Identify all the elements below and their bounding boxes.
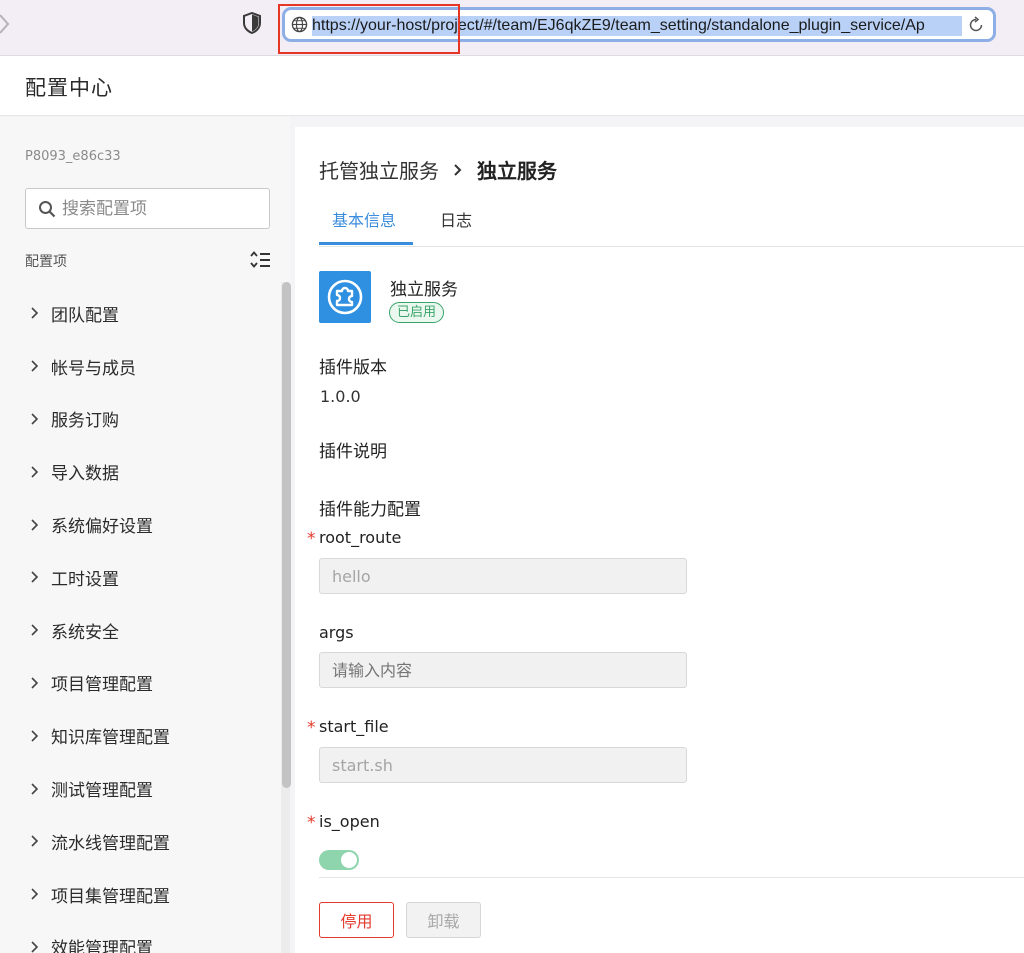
menu-item-label: 系统偏好设置 xyxy=(51,517,153,538)
disable-button[interactable]: 停用 xyxy=(319,902,394,938)
start-file-input[interactable] xyxy=(319,747,687,783)
browser-toolbar: https://your-host/project/#/team/EJ6qkZE… xyxy=(0,0,1024,56)
menu-item-label: 流水线管理配置 xyxy=(51,833,170,854)
chevron-right-icon xyxy=(31,571,39,583)
capability-label: 插件能力配置 xyxy=(319,500,421,520)
menu-item-wiki-config[interactable]: 知识库管理配置 xyxy=(0,709,278,762)
section-label: 配置项 xyxy=(25,254,67,270)
divider xyxy=(319,877,1024,878)
search-input[interactable] xyxy=(62,197,262,221)
chevron-right-icon xyxy=(454,163,462,176)
version-label: 插件版本 xyxy=(319,358,387,378)
puzzle-icon xyxy=(319,271,371,323)
args-label: args xyxy=(319,623,354,642)
tab-bar: 基本信息 日志 xyxy=(319,197,1024,247)
menu-item-label: 导入数据 xyxy=(51,464,119,485)
status-badge: 已启用 xyxy=(389,302,445,323)
config-menu: 团队配置 帐号与成员 服务订购 导入数据 系统偏好设置 工时设置 系统安全 项目… xyxy=(0,287,278,953)
breadcrumb-parent[interactable]: 托管独立服务 xyxy=(319,155,439,184)
menu-item-label: 工时设置 xyxy=(51,569,119,590)
chevron-right-icon xyxy=(31,413,39,425)
menu-item-import-data[interactable]: 导入数据 xyxy=(0,445,278,498)
active-tab-indicator xyxy=(319,242,413,245)
reload-icon[interactable] xyxy=(967,16,985,34)
menu-item-label: 团队配置 xyxy=(51,305,119,326)
menu-item-testcase-config[interactable]: 测试管理配置 xyxy=(0,762,278,815)
annotation-highlight-box xyxy=(278,4,460,54)
forward-icon[interactable] xyxy=(0,13,10,35)
menu-item-work-hours[interactable]: 工时设置 xyxy=(0,551,278,604)
chevron-right-icon xyxy=(31,624,39,636)
chevron-right-icon xyxy=(31,466,39,478)
required-mark: * xyxy=(307,813,316,833)
menu-item-system-security[interactable]: 系统安全 xyxy=(0,604,278,657)
app-header: 配置中心 xyxy=(0,56,1024,116)
menu-item-label: 帐号与成员 xyxy=(51,358,136,379)
shield-icon[interactable] xyxy=(243,12,261,34)
menu-item-pipeline-config[interactable]: 流水线管理配置 xyxy=(0,815,278,868)
required-mark: * xyxy=(307,529,316,549)
menu-item-team-config[interactable]: 团队配置 xyxy=(0,287,278,340)
menu-item-label: 项目管理配置 xyxy=(51,675,153,696)
menu-item-label: 系统安全 xyxy=(51,622,119,643)
chevron-right-icon xyxy=(31,519,39,531)
menu-item-label: 项目集管理配置 xyxy=(51,886,170,907)
args-input[interactable] xyxy=(319,652,687,688)
version-value: 1.0.0 xyxy=(320,387,361,406)
plugin-name: 独立服务 xyxy=(390,280,458,300)
tab-logs[interactable]: 日志 xyxy=(440,207,472,247)
menu-item-label: 服务订购 xyxy=(51,411,119,432)
menu-item-label: 测试管理配置 xyxy=(51,781,153,802)
sidebar: P8093_e86c33 配置项 团队配置 帐号与成员 服务订购 导入数据 系统… xyxy=(0,117,291,953)
main-panel: 托管独立服务 独立服务 基本信息 日志 独立服务 已启用 插件版本 1.0.0 … xyxy=(295,127,1024,953)
required-mark: * xyxy=(307,718,316,738)
is-open-toggle[interactable] xyxy=(319,850,359,870)
chevron-right-icon xyxy=(31,835,39,847)
tab-basic-info[interactable]: 基本信息 xyxy=(332,207,396,247)
chevron-right-icon xyxy=(31,941,39,953)
toggle-knob xyxy=(341,852,357,868)
chevron-right-icon xyxy=(31,307,39,319)
chevron-right-icon xyxy=(31,730,39,742)
is-open-label: is_open xyxy=(319,812,380,831)
menu-item-system-preferences[interactable]: 系统偏好设置 xyxy=(0,498,278,551)
sidebar-scrollbar[interactable] xyxy=(281,282,291,953)
menu-item-program-config[interactable]: 项目集管理配置 xyxy=(0,868,278,921)
start-file-label: start_file xyxy=(319,717,389,736)
search-box[interactable] xyxy=(25,188,270,229)
chevron-right-icon xyxy=(31,360,39,372)
sort-list-icon[interactable] xyxy=(250,251,271,269)
menu-item-label: 效能管理配置 xyxy=(51,939,153,953)
menu-item-accounts-members[interactable]: 帐号与成员 xyxy=(0,340,278,393)
menu-item-service-subscription[interactable]: 服务订购 xyxy=(0,393,278,446)
page-title: 配置中心 xyxy=(25,76,113,100)
breadcrumb-current: 独立服务 xyxy=(477,159,557,183)
scrollbar-thumb[interactable] xyxy=(282,282,291,788)
search-icon xyxy=(39,201,56,218)
chevron-right-icon xyxy=(31,677,39,689)
uninstall-button[interactable]: 卸载 xyxy=(406,902,481,938)
menu-item-label: 知识库管理配置 xyxy=(51,728,170,749)
chevron-right-icon xyxy=(31,782,39,795)
chevron-right-icon xyxy=(31,888,39,900)
root-route-label: root_route xyxy=(319,528,402,547)
menu-item-project-config[interactable]: 项目管理配置 xyxy=(0,657,278,710)
team-id: P8093_e86c33 xyxy=(25,149,121,164)
description-label: 插件说明 xyxy=(319,442,387,462)
breadcrumb: 托管独立服务 独立服务 xyxy=(319,155,557,184)
menu-item-performance-config[interactable]: 效能管理配置 xyxy=(0,921,278,953)
root-route-input[interactable] xyxy=(319,558,687,594)
